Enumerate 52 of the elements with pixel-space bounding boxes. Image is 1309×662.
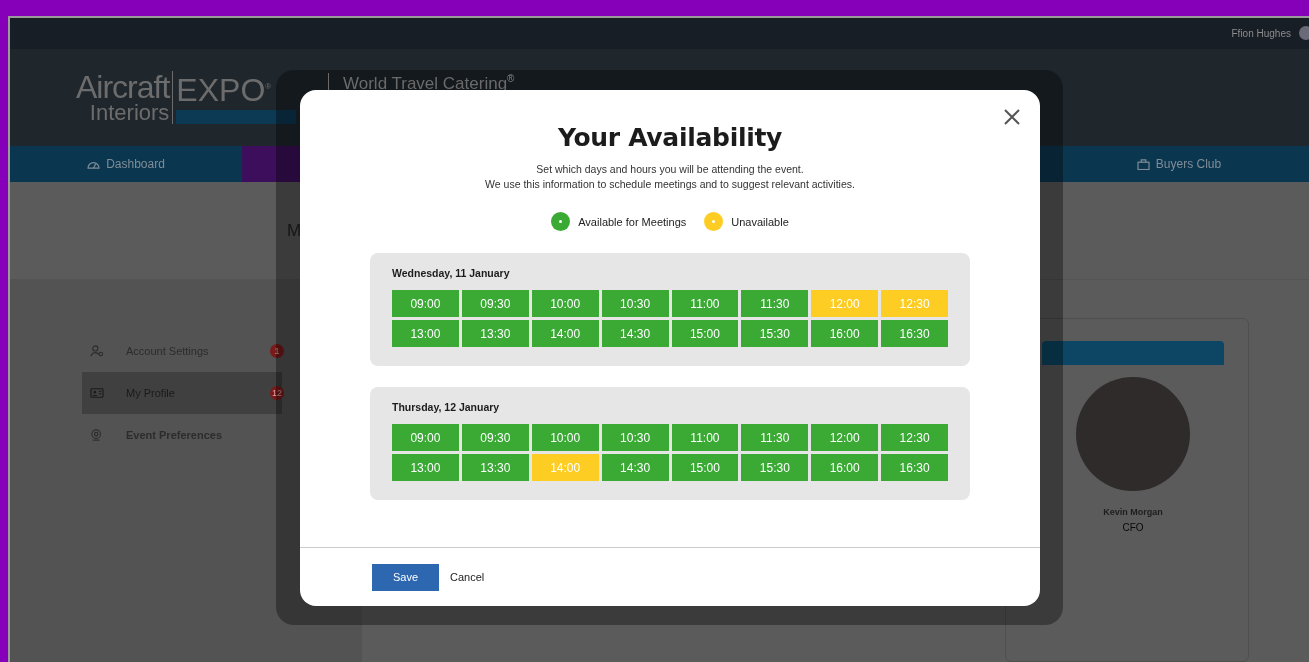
close-icon[interactable]	[1004, 109, 1020, 125]
time-slot[interactable]: 15:00	[671, 454, 739, 481]
legend-label: Available for Meetings	[578, 215, 687, 228]
day-title: Wednesday, 11 January	[392, 267, 511, 279]
time-slot[interactable]: 13:00	[392, 320, 459, 347]
count-badge: 12	[270, 386, 284, 400]
time-slot[interactable]: 16:30	[881, 320, 948, 347]
time-slot[interactable]: 09:00	[392, 424, 459, 451]
time-slot[interactable]: 09:30	[461, 290, 529, 317]
id-card-icon	[90, 387, 104, 399]
legend-label: Unavailable	[731, 215, 789, 228]
profile-name: Kevin Morgan	[1103, 507, 1163, 517]
time-slot[interactable]: 10:30	[601, 424, 669, 451]
save-button[interactable]: Save	[372, 563, 439, 591]
time-slot[interactable]: 10:30	[601, 290, 669, 317]
time-slot[interactable]: 13:30	[461, 320, 529, 347]
time-slot[interactable]: 11:00	[671, 290, 739, 317]
time-slot[interactable]: 15:00	[671, 320, 739, 347]
time-slot[interactable]: 11:00	[671, 424, 739, 451]
time-slot[interactable]: 14:30	[601, 454, 669, 481]
time-slot[interactable]: 14:30	[601, 320, 669, 347]
bag-icon	[1136, 158, 1150, 170]
time-slot[interactable]: 11:30	[741, 290, 809, 317]
dialog-description: Set which days and hours you will be attending the event.	[536, 162, 804, 177]
time-slot[interactable]: 16:00	[811, 454, 879, 481]
time-slot[interactable]: 12:00	[811, 424, 879, 451]
time-slot[interactable]: 11:30	[741, 424, 809, 451]
logo: Aircraft Interiors EXPO$^{®}$	[76, 67, 297, 128]
time-slot[interactable]: 15:30	[741, 320, 809, 347]
time-slot[interactable]: 16:30	[881, 454, 948, 481]
user-name[interactable]: Ffion Hughes	[1231, 27, 1291, 39]
dialog-title: Your Availability	[557, 123, 783, 152]
time-slot[interactable]: 10:00	[531, 290, 599, 317]
webcam-icon	[90, 429, 104, 441]
dialog-description: We use this information to schedule meetings and to suggest relevant activities.	[485, 177, 855, 192]
nav-tab[interactable]: Dashboard	[10, 146, 242, 183]
time-slot[interactable]: 15:30	[741, 454, 809, 481]
day-title: Thursday, 12 January	[392, 401, 501, 413]
profile-role: CFO	[1122, 522, 1144, 533]
time-slot[interactable]: 13:30	[461, 454, 529, 481]
user-gear-icon	[90, 345, 104, 357]
time-slot[interactable]: 12:30	[881, 424, 948, 451]
time-slot[interactable]: 09:30	[461, 424, 529, 451]
time-slot[interactable]: 10:00	[531, 424, 599, 451]
time-slot[interactable]: 09:00	[392, 290, 459, 317]
nav-tab[interactable]: Buyers Club	[1049, 146, 1309, 183]
time-slot[interactable]: 13:00	[392, 454, 459, 481]
count-badge: 1	[270, 344, 284, 358]
cancel-link[interactable]: Cancel	[450, 571, 485, 583]
time-slot[interactable]: 16:00	[811, 320, 879, 347]
avatar-icon[interactable]	[1299, 26, 1309, 41]
time-slot[interactable]: 14:00	[531, 320, 599, 347]
